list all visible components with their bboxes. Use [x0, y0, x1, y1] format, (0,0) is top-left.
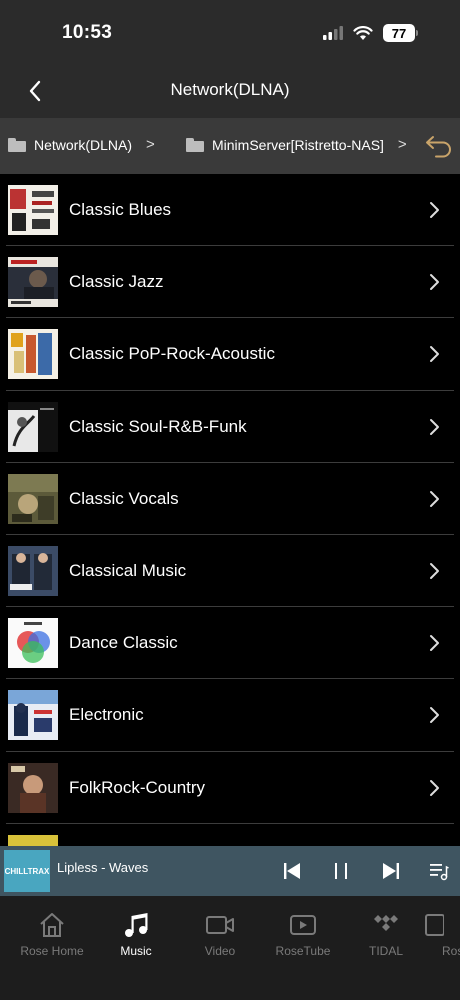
pause-button[interactable]	[328, 858, 354, 884]
album-art	[8, 329, 58, 380]
album-art	[8, 762, 58, 813]
list-item-label: Classic PoP-Rock-Acoustic	[69, 344, 275, 364]
undo-icon	[426, 136, 451, 158]
chevron-right-icon	[430, 274, 439, 291]
tab-label: Music	[120, 944, 152, 958]
video-icon	[206, 916, 234, 934]
chevron-right-icon: >	[397, 136, 407, 153]
breadcrumb: Network(DLNA) > MinimServer[Ristretto-NA…	[0, 118, 460, 174]
queue-button[interactable]	[426, 858, 452, 884]
chevron-right-icon	[430, 202, 439, 218]
signal-icon	[323, 26, 343, 40]
tab-label: Video	[204, 944, 236, 958]
tab-label: TIDAL	[368, 944, 403, 958]
list-item[interactable]: Classic Soul-R&B-Funk	[6, 391, 454, 463]
album-art	[8, 257, 58, 308]
tab-rose-radio[interactable]: Ros	[424, 910, 460, 958]
status-icons: 77	[323, 24, 418, 42]
list-item-label: Classic Vocals	[69, 488, 179, 508]
breadcrumb-item-minimserver[interactable]: MinimServer[Ristretto-NAS] >	[186, 136, 407, 153]
list-item-label: Classic Jazz	[69, 272, 164, 292]
skip-next-icon	[383, 863, 399, 879]
chevron-right-icon	[430, 635, 439, 652]
undo-button[interactable]	[422, 132, 456, 160]
wifi-icon	[353, 25, 373, 40]
tab-video[interactable]: Video	[175, 910, 265, 958]
list-item[interactable]: Classic Vocals	[6, 463, 454, 535]
home-icon	[40, 913, 64, 937]
chevron-right-icon: >	[146, 136, 155, 153]
folder-icon	[8, 137, 26, 152]
battery-indicator: 77	[383, 24, 418, 42]
music-note-icon	[125, 913, 148, 937]
play-box-icon	[290, 915, 316, 935]
list-item[interactable]: Classic Blues	[6, 174, 454, 247]
list-item-label: Electronic	[69, 705, 144, 725]
status-time: 10:53	[62, 22, 113, 43]
tab-rosetube[interactable]: RoseTube	[258, 910, 348, 958]
battery-level: 77	[383, 24, 415, 42]
tab-label: Ros	[442, 944, 460, 958]
list-item[interactable]: Electronic	[6, 679, 454, 752]
tab-label: Rose Home	[20, 944, 84, 958]
previous-button[interactable]	[279, 858, 305, 884]
pause-icon	[335, 863, 347, 879]
tab-rose-home[interactable]: Rose Home	[7, 910, 97, 958]
list-item-label: Dance Classic	[69, 633, 178, 653]
list-item-label: Classical Music	[69, 560, 187, 580]
now-playing-bar[interactable]: CHILLTRAX Lipless - Waves	[0, 846, 460, 896]
list-item-label: Classic Blues	[69, 200, 172, 219]
album-art	[8, 618, 58, 669]
album-art	[8, 185, 58, 235]
battery-tip	[416, 30, 418, 36]
list-item[interactable]	[6, 824, 454, 846]
folder-list: Classic Blues Classic Jazz Classic PoP-R…	[0, 174, 460, 846]
list-item[interactable]: Dance Classic	[6, 607, 454, 680]
chevron-right-icon	[430, 779, 439, 796]
folder-icon	[186, 137, 204, 152]
status-bar: 10:53 77	[0, 0, 460, 62]
tab-tidal[interactable]: TIDAL	[341, 910, 431, 958]
tab-label: RoseTube	[275, 944, 331, 958]
breadcrumb-item-network[interactable]: Network(DLNA) >	[8, 136, 155, 153]
list-item[interactable]: Classic Jazz	[6, 246, 454, 319]
tab-bar: Rose Home Music Video RoseTube TIDAL Ros	[0, 896, 460, 1000]
album-art	[8, 401, 58, 452]
page-title: Network(DLNA)	[170, 80, 290, 99]
tidal-icon	[374, 915, 398, 931]
now-playing-art: CHILLTRAX	[4, 850, 50, 892]
chevron-right-icon	[430, 490, 439, 507]
now-playing-title: Lipless - Waves	[57, 860, 149, 875]
breadcrumb-label: Network(DLNA)	[34, 136, 133, 153]
list-item[interactable]: Classical Music	[6, 535, 454, 608]
skip-previous-icon	[284, 863, 300, 879]
album-art	[8, 545, 58, 596]
list-item-label: Classic Soul-R&B-Funk	[69, 416, 247, 436]
album-art	[8, 834, 58, 846]
chevron-right-icon	[430, 562, 439, 579]
list-item[interactable]: FolkRock-Country	[6, 752, 454, 824]
nav-bar: Network(DLNA)	[0, 62, 460, 118]
chevron-right-icon	[430, 346, 439, 363]
radio-icon	[425, 914, 444, 936]
list-item-label: FolkRock-Country	[69, 777, 206, 797]
album-art	[8, 690, 58, 741]
next-button[interactable]	[378, 858, 404, 884]
breadcrumb-label: MinimServer[Ristretto-NAS]	[212, 136, 384, 153]
tab-music[interactable]: Music	[91, 910, 181, 958]
list-item[interactable]: Classic PoP-Rock-Acoustic	[6, 318, 454, 391]
queue-list-icon	[430, 864, 449, 881]
album-art	[8, 473, 58, 524]
chevron-right-icon	[430, 418, 439, 435]
chevron-right-icon	[430, 707, 439, 724]
